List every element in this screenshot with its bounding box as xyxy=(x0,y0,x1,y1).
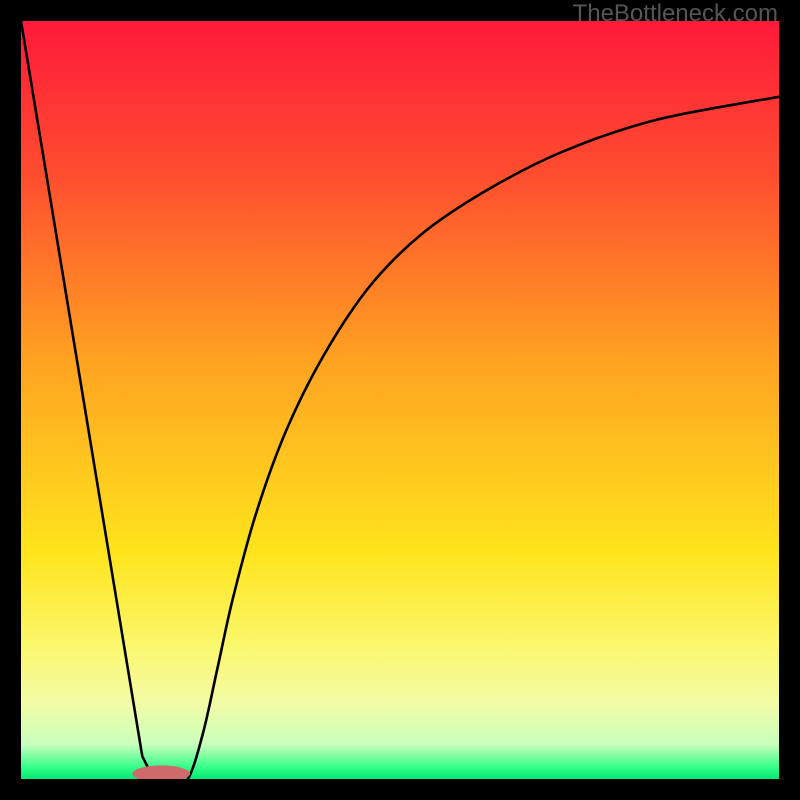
gradient-background xyxy=(21,21,779,779)
chart-frame xyxy=(21,21,779,779)
bottleneck-chart xyxy=(21,21,779,779)
